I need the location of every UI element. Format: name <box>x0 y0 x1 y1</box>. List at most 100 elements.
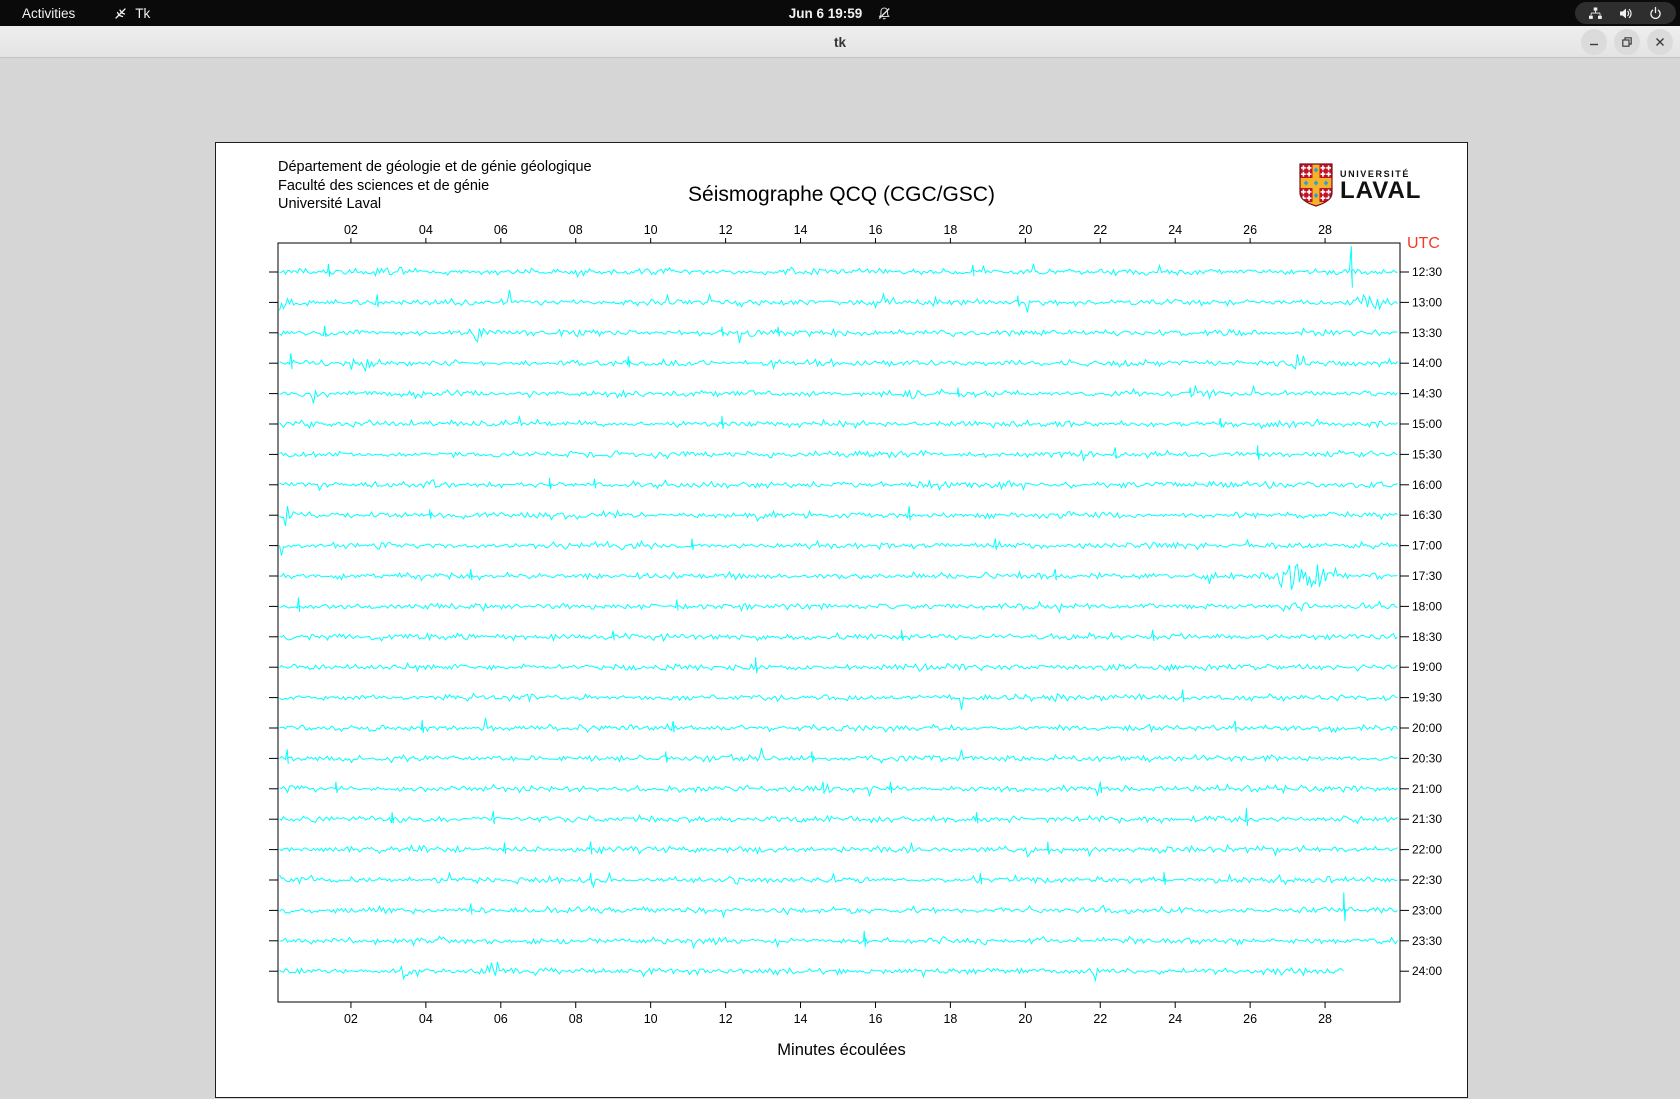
utc-time-label: 19:30 <box>1412 691 1442 705</box>
utc-time-label: 16:00 <box>1412 478 1442 492</box>
bottom-axis-tick-label: 08 <box>569 1012 583 1026</box>
top-axis-tick-label: 22 <box>1093 223 1107 237</box>
seismograph-sheet: Département de géologie et de génie géol… <box>215 142 1468 1098</box>
seismogram-trace <box>279 597 1398 614</box>
utc-time-label: 18:30 <box>1412 630 1442 644</box>
volume-icon <box>1618 6 1633 21</box>
minimize-button[interactable] <box>1581 29 1607 55</box>
utc-time-label: 20:00 <box>1412 721 1442 735</box>
seismogram-trace <box>279 930 1398 950</box>
utc-time-label: 14:00 <box>1412 356 1442 370</box>
utc-time-label: 22:00 <box>1412 843 1442 857</box>
top-axis-tick-label: 26 <box>1243 223 1257 237</box>
seismogram-trace <box>279 477 1398 492</box>
utc-time-label: 15:30 <box>1412 447 1442 461</box>
seismogram-trace <box>279 717 1398 734</box>
seismogram-trace <box>279 747 1398 764</box>
top-axis-tick-label: 06 <box>494 223 508 237</box>
seismogram-trace <box>279 689 1398 710</box>
window-title: tk <box>833 34 846 50</box>
gnome-top-bar: Activities Tk Jun 6 19:59 <box>0 0 1680 26</box>
seismogram-traces <box>279 245 1398 983</box>
system-tray[interactable] <box>1575 2 1676 24</box>
notifications-off-icon <box>876 6 891 21</box>
clock-button[interactable]: Jun 6 19:59 <box>789 6 892 21</box>
helicorder-svg: 02 02 04 04 06 06 08 08 10 10 12 12 14 14 16 16 18 18 20 20… <box>269 223 1442 1026</box>
bottom-axis-tick-label: 14 <box>794 1012 808 1026</box>
seismogram-trace <box>279 657 1398 674</box>
seismogram-trace <box>279 892 1398 922</box>
bottom-axis-tick-label: 16 <box>869 1012 883 1026</box>
seismogram-trace <box>279 289 1398 313</box>
seismogram-trace <box>279 353 1398 373</box>
utc-time-label: 17:30 <box>1412 569 1442 583</box>
utc-time-label: 14:30 <box>1412 387 1442 401</box>
top-axis-tick-label: 16 <box>869 223 883 237</box>
minute-axes: 02 02 04 04 06 06 08 08 10 10 12 12 14 14 16 16 18 18 20 20… <box>344 223 1332 1026</box>
seismogram-trace <box>279 808 1398 826</box>
close-button[interactable] <box>1647 29 1673 55</box>
bottom-axis-tick-label: 12 <box>719 1012 733 1026</box>
close-icon <box>1656 38 1664 46</box>
seismogram-trace <box>279 629 1398 643</box>
app-menu-button[interactable]: Tk <box>107 0 156 26</box>
bottom-axis-tick-label: 18 <box>943 1012 957 1026</box>
seismogram-trace <box>279 871 1398 889</box>
bottom-axis-tick-label: 06 <box>494 1012 508 1026</box>
seismogram-trace <box>279 841 1398 858</box>
top-axis-tick-label: 14 <box>794 223 808 237</box>
utc-time-label: 23:30 <box>1412 934 1442 948</box>
bottom-axis-tick-label: 22 <box>1093 1012 1107 1026</box>
tk-window-content: Département de géologie et de génie géol… <box>0 58 1680 1098</box>
utc-time-label: 21:30 <box>1412 812 1442 826</box>
top-axis-tick-label: 10 <box>644 223 658 237</box>
bottom-axis-tick-label: 10 <box>644 1012 658 1026</box>
window-titlebar: tk <box>0 26 1680 58</box>
top-axis-tick-label: 20 <box>1018 223 1032 237</box>
power-icon <box>1648 6 1663 21</box>
seismogram-trace <box>279 325 1398 344</box>
bottom-axis-tick-label: 04 <box>419 1012 433 1026</box>
seismogram-trace <box>279 414 1398 430</box>
seismogram-trace <box>279 961 1344 983</box>
utc-time-label: 18:00 <box>1412 599 1442 613</box>
bottom-axis-tick-label: 24 <box>1168 1012 1182 1026</box>
utc-time-label: 22:30 <box>1412 873 1442 887</box>
utc-time-label: 16:30 <box>1412 508 1442 522</box>
tk-icon <box>113 6 128 21</box>
utc-time-label: 21:00 <box>1412 782 1442 796</box>
utc-time-label: 13:00 <box>1412 295 1442 309</box>
top-axis-tick-label: 04 <box>419 223 433 237</box>
maximize-button[interactable] <box>1614 29 1640 55</box>
clock-label: Jun 6 19:59 <box>788 5 863 21</box>
activities-label: Activities <box>22 5 76 21</box>
top-axis-tick-label: 12 <box>719 223 733 237</box>
utc-time-label: 13:30 <box>1412 326 1442 340</box>
seismogram-trace <box>279 505 1398 527</box>
utc-time-label: 19:00 <box>1412 660 1442 674</box>
utc-time-label: 17:00 <box>1412 539 1442 553</box>
x-axis-title: Minutes écoulées <box>777 1041 906 1059</box>
seismogram-trace <box>279 538 1398 556</box>
bottom-axis-tick-label: 20 <box>1018 1012 1032 1026</box>
bottom-axis-tick-label: 02 <box>344 1012 358 1026</box>
activities-button[interactable]: Activities <box>16 0 81 26</box>
seismogram-trace <box>279 384 1398 404</box>
bottom-axis-tick-label: 26 <box>1243 1012 1257 1026</box>
app-menu-label: Tk <box>135 5 151 21</box>
top-axis-tick-label: 24 <box>1168 223 1182 237</box>
network-wired-icon <box>1588 6 1603 21</box>
seismogram-trace <box>279 781 1398 798</box>
minimize-icon <box>1590 43 1598 46</box>
utc-time-axis: 12:30 13:00 13:30 14:00 14:30 15:00 15:30 16:00… <box>269 265 1442 978</box>
plot-frame <box>277 242 1401 1003</box>
top-axis-tick-label: 28 <box>1318 223 1332 237</box>
seismogram-trace <box>279 245 1398 288</box>
top-axis-tick-label: 08 <box>569 223 583 237</box>
utc-time-label: 15:00 <box>1412 417 1442 431</box>
utc-time-label: 23:00 <box>1412 903 1442 917</box>
top-axis-tick-label: 18 <box>943 223 957 237</box>
utc-time-label: 20:30 <box>1412 751 1442 765</box>
seismogram-trace <box>279 445 1398 462</box>
maximize-icon <box>1622 37 1632 47</box>
